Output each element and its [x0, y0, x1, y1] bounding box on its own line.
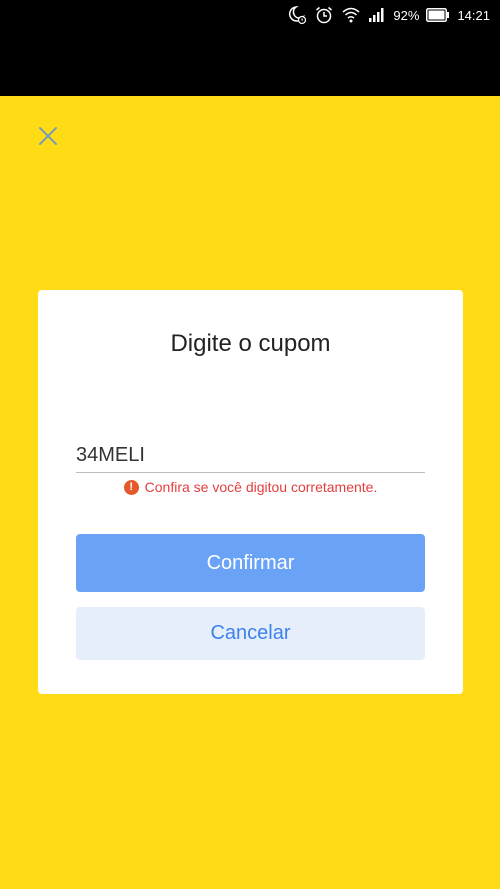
close-icon	[37, 125, 59, 152]
alarm-clock-icon	[314, 5, 334, 25]
battery-icon	[426, 8, 450, 22]
coupon-field[interactable]	[76, 440, 425, 473]
wifi-icon	[341, 5, 361, 25]
error-text: Confira se você digitou corretamente.	[144, 479, 378, 495]
signal-icon	[368, 7, 386, 23]
status-bar: 92% 14:21	[0, 0, 500, 96]
status-icons: 92% 14:21	[287, 5, 490, 25]
dialog-title: Digite o cupom	[170, 330, 331, 357]
battery-percent: 92%	[393, 7, 420, 23]
error-icon: !	[123, 479, 139, 495]
coupon-input[interactable]	[76, 440, 425, 470]
error-message: ! Confira se você digitou corretamente.	[38, 479, 463, 495]
coupon-dialog: Digite o cupom ! Confira se você digitou…	[38, 290, 463, 694]
cancel-button[interactable]: Cancelar	[76, 607, 425, 660]
moon-alarm-icon	[287, 5, 307, 25]
clock: 14:21	[457, 7, 490, 23]
close-button[interactable]	[34, 124, 62, 152]
confirm-button[interactable]: Confirmar	[76, 534, 425, 592]
